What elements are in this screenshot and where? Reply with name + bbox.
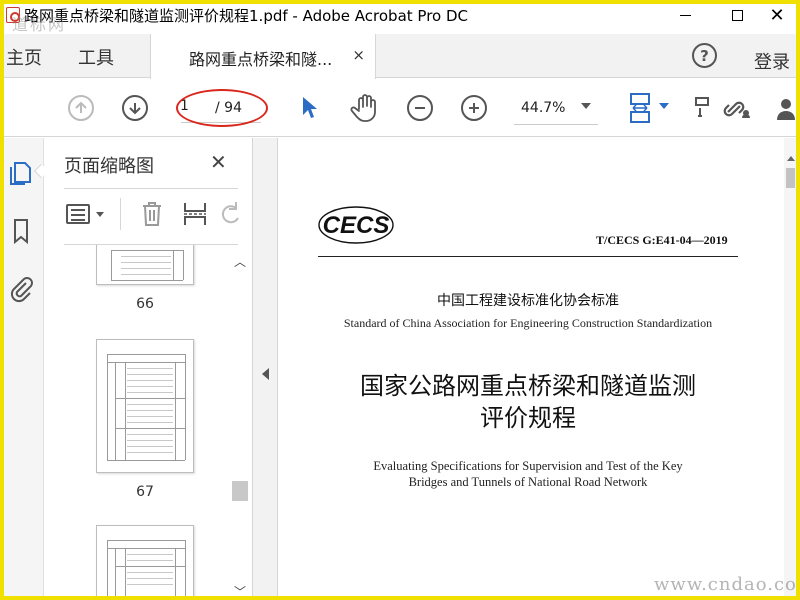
attachments-icon[interactable] — [6, 274, 36, 304]
arrow-down-icon — [129, 103, 141, 115]
maximize-icon — [731, 9, 743, 21]
scroll-thumb[interactable] — [232, 481, 248, 501]
zoom-out-button[interactable] — [407, 95, 433, 121]
document-title-cn: 国家公路网重点桥梁和隧道监测 评价规程 — [278, 370, 778, 434]
zoom-level[interactable]: 44.7% — [521, 100, 565, 116]
menu-tools[interactable]: 工具 — [78, 44, 114, 70]
page-thumbnail-label: 67 — [136, 484, 154, 500]
comment-tool-icon[interactable] — [694, 95, 712, 121]
link-tool-icon[interactable] — [722, 94, 754, 124]
help-button[interactable]: ? — [692, 43, 717, 68]
panel-toolbar-divider — [120, 198, 121, 230]
minus-icon — [415, 107, 425, 109]
scroll-down-icon[interactable]: ﹀ — [234, 583, 246, 596]
watermark-bottom-right: www.cndao.com — [654, 574, 796, 595]
cecs-logo-text: CECS — [323, 212, 390, 239]
page-fit-dropdown-icon[interactable] — [659, 103, 669, 109]
collapse-left-icon[interactable] — [262, 368, 269, 380]
rotate-icon[interactable] — [220, 200, 240, 228]
panel-collapse-bar[interactable] — [252, 138, 278, 596]
page-thumbnail[interactable] — [96, 245, 194, 285]
extract-pages-icon[interactable] — [182, 200, 208, 228]
document-tab[interactable]: 路网重点桥梁和隧... × — [150, 34, 376, 79]
association-name-en: Standard of China Association for Engine… — [343, 316, 713, 330]
page-thumbnails-icon[interactable] — [6, 158, 36, 188]
navigation-rail — [4, 138, 49, 596]
minimize-button[interactable] — [662, 4, 708, 26]
doc-scroll-up-icon[interactable] — [787, 156, 795, 161]
document-title-en: Evaluating Specifications for Supervisio… — [278, 458, 778, 490]
next-page-button[interactable] — [122, 95, 148, 121]
menu-home[interactable]: 主页 — [6, 44, 42, 70]
previous-page-button[interactable] — [68, 95, 94, 121]
association-name-cn: 中国工程建设标准化协会标准 — [437, 293, 619, 309]
app-window: 路网重点桥梁和隧道监测评价规程1.pdf - Adobe Acrobat Pro… — [4, 4, 796, 596]
tab-bar: 主页 工具 路网重点桥梁和隧... × ? 登录 — [4, 34, 796, 79]
thumbnail-scrollbar[interactable]: ︿ ﹀ — [230, 245, 248, 596]
minimize-icon — [679, 14, 691, 16]
document-title-en-line1: Evaluating Specifications for Supervisio… — [373, 459, 683, 473]
scroll-up-icon[interactable]: ︿ — [234, 253, 246, 270]
hand-tool-icon[interactable] — [350, 93, 380, 123]
document-title-en-line2: Bridges and Tunnels of National Road Net… — [408, 475, 648, 489]
thumbnail-list: 66 67 — [44, 245, 252, 596]
page-thumbnails-panel: 页面缩略图 ✕ 66 67 ︿ ﹀ — [44, 138, 252, 596]
plus-icon — [469, 103, 479, 113]
header-rule — [318, 256, 738, 257]
pdf-page: CECS T/CECS G:E41-04—2019 中国工程建设标准化协会标准 … — [278, 138, 778, 596]
zoom-dropdown-icon[interactable] — [581, 103, 591, 109]
panel-title: 页面缩略图 — [64, 156, 154, 177]
tab-close-button[interactable]: × — [352, 46, 365, 64]
page-thumbnail[interactable] — [96, 525, 194, 596]
toolbar: 1 / 94 44.7% — [4, 79, 796, 137]
panel-divider — [64, 188, 238, 189]
document-title-cn-line2: 评价规程 — [480, 404, 576, 432]
title-bar: 路网重点桥梁和隧道监测评价规程1.pdf - Adobe Acrobat Pro… — [4, 4, 796, 34]
panel-close-button[interactable]: ✕ — [210, 150, 227, 174]
page-thumbnail-label: 66 — [136, 296, 154, 312]
trash-icon[interactable] — [140, 200, 164, 228]
doc-scroll-thumb[interactable] — [786, 168, 795, 188]
bookmarks-icon[interactable] — [6, 216, 36, 246]
document-scrollbar[interactable] — [784, 138, 796, 596]
page-number-highlight-circle — [176, 89, 268, 127]
window-title: 路网重点桥梁和隧道监测评价规程1.pdf - Adobe Acrobat Pro… — [24, 7, 469, 25]
watermark-top-left: 道标网 — [12, 15, 67, 34]
options-icon[interactable] — [66, 204, 90, 224]
options-dropdown-icon[interactable] — [96, 212, 104, 217]
cecs-logo: CECS — [318, 206, 394, 244]
document-viewport[interactable]: CECS T/CECS G:E41-04—2019 中国工程建设标准化协会标准 … — [278, 138, 796, 596]
page-fit-icon[interactable] — [627, 92, 655, 124]
page-thumbnail[interactable] — [96, 339, 194, 473]
document-title-cn-line1: 国家公路网重点桥梁和隧道监测 — [360, 372, 696, 400]
zoom-underline — [514, 124, 598, 125]
standard-code: T/CECS G:E41-04—2019 — [596, 233, 728, 247]
document-tab-label: 路网重点桥梁和隧... — [189, 50, 333, 69]
select-cursor-icon[interactable] — [300, 95, 320, 121]
zoom-in-button[interactable] — [461, 95, 487, 121]
login-button[interactable]: 登录 — [754, 48, 790, 74]
user-tool-icon[interactable] — [776, 94, 796, 124]
window-close-button[interactable]: ✕ — [754, 4, 796, 26]
arrow-up-icon — [75, 101, 87, 113]
